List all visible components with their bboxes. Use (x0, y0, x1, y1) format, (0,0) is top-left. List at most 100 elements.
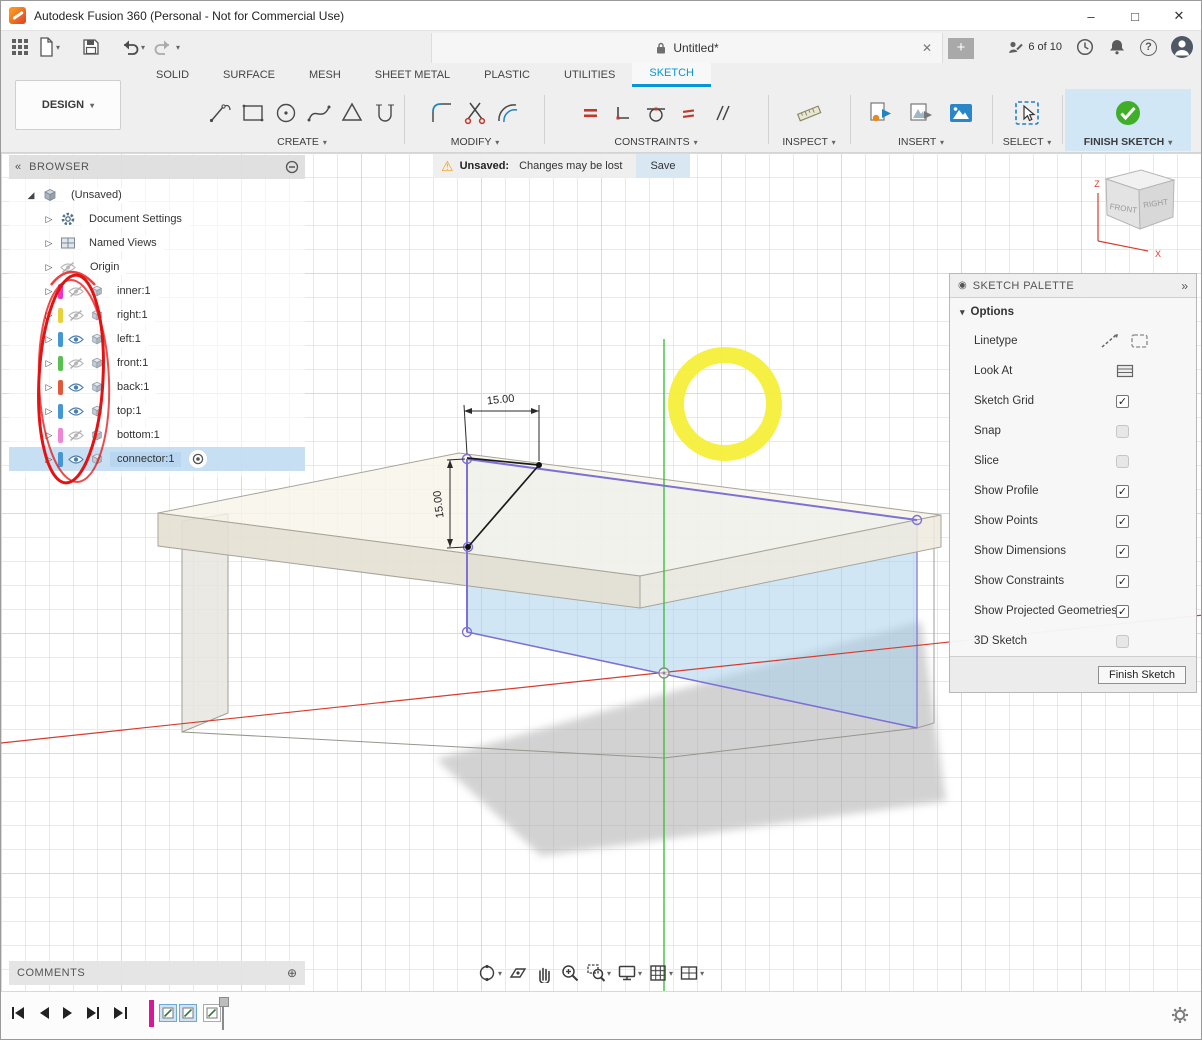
show-constraints-checkbox[interactable] (1116, 575, 1129, 588)
collapse-panel-icon[interactable]: « (15, 161, 21, 173)
viewport-canvas[interactable]: 15.00 15.00 ⚠ Unsaved: Changes may be lo… (1, 153, 1202, 991)
undo-button[interactable]: ▾ (116, 34, 147, 60)
avatar[interactable] (1171, 36, 1193, 58)
3d-sketch-checkbox[interactable] (1116, 635, 1129, 648)
close-button[interactable]: ✕ (1157, 1, 1201, 31)
visibility-eye-icon[interactable] (67, 357, 85, 370)
display-settings-button[interactable]: ▾ (617, 963, 642, 983)
expander-closed-icon[interactable]: ▷ (43, 334, 55, 345)
parallel-constraint-icon[interactable] (711, 103, 731, 123)
workspace-selector[interactable]: DESIGN ▾ (15, 80, 121, 130)
show-profile-checkbox[interactable] (1116, 485, 1129, 498)
measure-tool-icon[interactable] (795, 100, 823, 126)
maximize-button[interactable]: □ (1113, 1, 1157, 31)
browser-row-component-right[interactable]: ▷ right:1 (9, 303, 305, 327)
visibility-eye-icon[interactable] (67, 309, 85, 322)
insert-mesh-icon[interactable] (908, 101, 934, 125)
construction-linetype-icon[interactable] (1100, 333, 1120, 349)
create-dropdown[interactable]: CREATE ▾ (201, 136, 403, 151)
modify-dropdown[interactable]: MODIFY ▾ (409, 136, 541, 151)
horizontal-vertical-constraint-icon[interactable] (613, 103, 633, 123)
browser-row-component-top[interactable]: ▷ top:1 (9, 399, 305, 423)
look-at-button[interactable] (508, 963, 528, 983)
help-button[interactable]: ? (1140, 39, 1157, 56)
view-cube[interactable]: FRONT RIGHT Z X (1086, 165, 1196, 265)
centerline-linetype-icon[interactable] (1130, 333, 1150, 349)
rectangle-tool-icon[interactable] (240, 100, 266, 126)
inspect-dropdown[interactable]: INSPECT ▾ (771, 136, 847, 151)
skip-to-end-button[interactable] (113, 1006, 128, 1020)
browser-row-component-inner[interactable]: ▷ inner:1 (9, 279, 305, 303)
canvas-tool-icon[interactable] (948, 101, 974, 125)
caret-down-icon[interactable]: ▾ (607, 969, 611, 978)
expander-closed-icon[interactable]: ▷ (43, 358, 55, 369)
caret-down-icon[interactable]: ▾ (669, 969, 673, 978)
visibility-eye-icon[interactable] (67, 333, 85, 346)
tangent-constraint-icon[interactable] (645, 103, 667, 123)
expander-closed-icon[interactable]: ▷ (43, 214, 55, 225)
select-dropdown[interactable]: SELECT ▾ (995, 136, 1059, 151)
browser-row-document-settings[interactable]: ▷ Document Settings (9, 207, 305, 231)
step-back-button[interactable] (38, 1006, 50, 1020)
insert-dropdown[interactable]: INSERT ▾ (853, 136, 989, 151)
tab-utilities[interactable]: UTILITIES (547, 63, 632, 87)
equal-constraint-icon[interactable] (679, 103, 699, 123)
visibility-eye-icon[interactable] (67, 429, 85, 442)
expander-open-icon[interactable]: ◢ (25, 190, 37, 201)
save-document-button[interactable]: Save (636, 154, 689, 178)
snap-checkbox[interactable] (1116, 425, 1129, 438)
timeline-position-marker[interactable] (222, 998, 224, 1030)
slice-checkbox[interactable] (1116, 455, 1129, 468)
circle-tool-icon[interactable] (273, 100, 299, 126)
visibility-eye-icon[interactable] (59, 261, 77, 274)
play-button[interactable] (62, 1006, 74, 1020)
visibility-eye-icon[interactable] (67, 381, 85, 394)
zoom-button[interactable] (560, 963, 580, 983)
visibility-eye-icon[interactable] (67, 285, 85, 298)
new-tab-button[interactable]: + (948, 38, 974, 59)
browser-row-component-bottom[interactable]: ▷ bottom:1 (9, 423, 305, 447)
skip-to-start-button[interactable] (11, 1006, 26, 1020)
caret-down-icon[interactable]: ▾ (498, 969, 502, 978)
tab-sketch[interactable]: SKETCH (632, 63, 711, 87)
show-dimensions-checkbox[interactable] (1116, 545, 1129, 558)
browser-row-component-connector[interactable]: ▷ connector:1 (9, 447, 305, 471)
file-menu-button[interactable]: ▾ (35, 34, 62, 60)
tab-mesh[interactable]: MESH (292, 63, 358, 87)
tab-sheet-metal[interactable]: SHEET METAL (358, 63, 467, 87)
clock-icon[interactable] (1076, 38, 1094, 56)
browser-row-component-front[interactable]: ▷ front:1 (9, 351, 305, 375)
select-cursor-icon[interactable] (1013, 99, 1041, 127)
minimize-button[interactable]: – (1069, 1, 1113, 31)
expander-closed-icon[interactable]: ▷ (43, 382, 55, 393)
expander-closed-icon[interactable]: ▷ (43, 454, 55, 465)
spline-tool-icon[interactable] (306, 100, 332, 126)
polygon-tool-icon[interactable] (339, 100, 365, 126)
expander-closed-icon[interactable]: ▷ (43, 262, 55, 273)
expander-closed-icon[interactable]: ▷ (43, 238, 55, 249)
tab-surface[interactable]: SURFACE (206, 63, 292, 87)
insert-derive-icon[interactable] (868, 101, 894, 125)
viewports-button[interactable]: ▾ (679, 963, 704, 983)
step-forward-button[interactable] (86, 1006, 101, 1020)
job-status[interactable]: 6 of 10 (1008, 40, 1062, 55)
save-button[interactable] (80, 34, 102, 60)
bell-icon[interactable] (1108, 38, 1126, 56)
visibility-eye-icon[interactable] (67, 405, 85, 418)
zoom-window-button[interactable]: ▾ (586, 963, 611, 983)
show-projected-geometries-checkbox[interactable] (1116, 605, 1129, 618)
app-grid-button[interactable] (9, 34, 31, 60)
caret-down-icon[interactable]: ▾ (638, 969, 642, 978)
expander-closed-icon[interactable]: ▷ (43, 286, 55, 297)
timeline-sketch-feature[interactable] (179, 1004, 197, 1022)
panel-options-icon[interactable] (285, 160, 299, 174)
caret-down-icon[interactable]: ▾ (176, 43, 180, 52)
finish-sketch-button[interactable]: FINISH SKETCH ▾ (1065, 89, 1191, 151)
offset-tool-icon[interactable] (495, 100, 521, 126)
look-at-icon[interactable] (1116, 364, 1134, 378)
browser-row-origin[interactable]: ▷ Origin (9, 255, 305, 279)
expander-closed-icon[interactable]: ▷ (43, 430, 55, 441)
timeline-sketch-feature[interactable] (159, 1004, 177, 1022)
comments-bar[interactable]: COMMENTS ⊕ (9, 961, 305, 985)
visibility-eye-icon[interactable] (67, 453, 85, 466)
